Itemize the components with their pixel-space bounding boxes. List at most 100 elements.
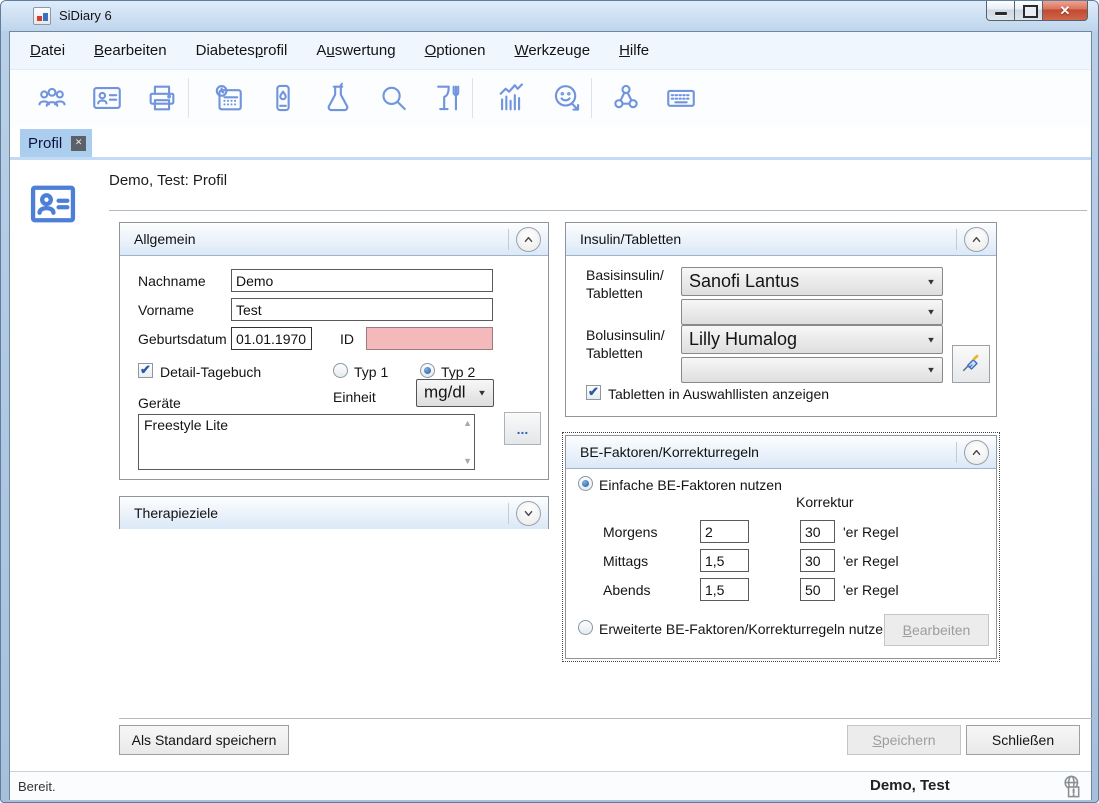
vorname-input[interactable] [231, 298, 493, 321]
statistics-icon [495, 81, 529, 115]
maximize-button[interactable] [1014, 1, 1043, 21]
menu-datei[interactable]: Datei [30, 42, 65, 59]
mittags-regel-label: 'er Regel [843, 553, 899, 569]
app-logo-icon [33, 7, 51, 25]
insulin-collapse-button[interactable] [964, 227, 989, 252]
insulin-wizard-button[interactable] [952, 345, 990, 383]
toolbar-patients-button[interactable] [34, 81, 70, 117]
tabletten-anzeigen-label: Tabletten in Auswahllisten anzeigen [608, 386, 829, 402]
erweiterte-be-radio[interactable] [578, 620, 593, 635]
morgens-label: Morgens [603, 524, 657, 540]
menu-diabetesprofil[interactable]: Diabetesprofil [196, 42, 288, 59]
be-faktoren-collapse-button[interactable] [964, 440, 989, 465]
detail-tagebuch-label: Detail-Tagebuch [160, 364, 261, 380]
minimize-button[interactable] [986, 1, 1015, 21]
toolbar-diary-button[interactable] [210, 81, 246, 117]
korrektur-label: Korrektur [796, 494, 854, 510]
toolbar-lab-button[interactable] [320, 81, 356, 117]
abends-faktor-input[interactable] [700, 578, 749, 601]
einfache-be-radio[interactable] [578, 476, 593, 491]
be-faktoren-header: BE-Faktoren/Korrekturregeln [566, 436, 996, 469]
geraete-list-item[interactable]: Freestyle Lite [139, 415, 474, 435]
detail-tagebuch-checkbox[interactable] [138, 363, 153, 378]
toolbar-sync-button[interactable] [608, 81, 644, 117]
keyboard-icon [664, 81, 698, 115]
menu-auswertung[interactable]: Auswertung [316, 42, 395, 59]
bolusinsulin-combo[interactable]: Lilly Humalog [681, 325, 943, 354]
toolbar-search-button[interactable] [375, 81, 411, 117]
profile-page-icon [27, 178, 79, 235]
toolbar-profile-button[interactable] [89, 81, 125, 117]
geraete-listbox[interactable]: Freestyle Lite [138, 414, 475, 470]
nachname-label: Nachname [138, 273, 206, 289]
abends-label: Abends [603, 582, 650, 598]
tabletten-anzeigen-checkbox[interactable] [586, 385, 601, 400]
title-bar[interactable]: SiDiary 6 [1, 1, 1098, 31]
id-card-icon [90, 81, 124, 115]
morgens-korrektur-input[interactable] [800, 520, 835, 543]
einheit-value: mg/dl [424, 383, 466, 403]
basisinsulin-combo[interactable]: Sanofi Lantus [681, 267, 943, 296]
bolusinsulin-value: Lilly Humalog [689, 329, 797, 350]
einfache-be-label: Einfache BE-Faktoren nutzen [599, 477, 782, 493]
users-icon [35, 81, 69, 115]
toolbar-print-button[interactable] [144, 81, 180, 117]
nachname-input[interactable] [231, 269, 493, 292]
typ2-radio[interactable] [420, 363, 435, 378]
allgemein-title: Allgemein [134, 231, 195, 247]
printer-icon [145, 81, 179, 115]
scroll-down-icon[interactable] [463, 456, 472, 466]
scroll-up-icon[interactable] [463, 418, 472, 428]
speichern-button[interactable]: Speichern [847, 725, 961, 755]
status-text: Bereit. [18, 779, 56, 794]
allgemein-group: Allgemein Nachname Vorname Geburtsdatum … [119, 222, 549, 480]
allgemein-collapse-button[interactable] [516, 227, 541, 252]
mittags-korrektur-input[interactable] [800, 549, 835, 572]
morgens-faktor-input[interactable] [700, 520, 749, 543]
id-input[interactable] [366, 327, 493, 350]
be-faktoren-title: BE-Faktoren/Korrekturregeln [580, 444, 759, 460]
therapieziele-group: Therapieziele [119, 496, 549, 529]
toolbar-keyboard-button[interactable] [663, 81, 699, 117]
basisinsulin-value: Sanofi Lantus [689, 271, 799, 292]
toolbar-meter-button[interactable] [265, 81, 301, 117]
geburtsdatum-input[interactable] [231, 327, 312, 350]
menu-hilfe[interactable]: Hilfe [619, 42, 649, 59]
mittags-faktor-input[interactable] [700, 549, 749, 572]
app-window: SiDiary 6 Datei Bearbeiten Diabetesprofi… [0, 0, 1099, 803]
toolbar-statistics-button[interactable] [494, 81, 530, 117]
insulin-header: Insulin/Tabletten [566, 223, 996, 256]
tab-profil[interactable]: Profil [20, 129, 92, 157]
typ1-radio[interactable] [333, 363, 348, 378]
close-button[interactable] [1042, 1, 1088, 21]
morgens-regel-label: 'er Regel [843, 524, 899, 540]
toolbar-wellbeing-button[interactable] [549, 81, 585, 117]
status-user: Demo, Test [870, 777, 950, 794]
basisinsulin-combo-2[interactable] [681, 299, 943, 325]
therapieziele-expand-button[interactable] [516, 501, 541, 526]
toolbar-nutrition-button[interactable] [430, 81, 466, 117]
food-drink-icon [431, 81, 465, 115]
tab-close-icon[interactable] [71, 136, 86, 151]
therapieziele-header: Therapieziele [120, 497, 548, 529]
als-standard-button[interactable]: Als Standard speichern [119, 725, 289, 755]
menu-bearbeiten[interactable]: Bearbeiten [94, 42, 167, 59]
geraete-more-button[interactable]: ... [504, 412, 541, 445]
abends-korrektur-input[interactable] [800, 578, 835, 601]
insulin-group: Insulin/Tabletten Basisinsulin/ Tablette… [565, 222, 997, 417]
glucose-meter-icon [266, 81, 300, 115]
menu-optionen[interactable]: Optionen [425, 42, 486, 59]
chevron-up-icon [969, 445, 984, 460]
mittags-label: Mittags [603, 553, 648, 569]
allgemein-header: Allgemein [120, 223, 548, 256]
geburtsdatum-label: Geburtsdatum [138, 331, 227, 347]
einheit-combo[interactable]: mg/dl [416, 379, 494, 407]
schliessen-button[interactable]: Schließen [966, 725, 1080, 755]
bearbeiten-button[interactable]: Bearbeiten [884, 614, 989, 646]
bolusinsulin-label-line2: Tabletten [586, 345, 643, 361]
typ1-label: Typ 1 [354, 364, 388, 380]
bolusinsulin-combo-2[interactable] [681, 357, 943, 383]
menu-werkzeuge[interactable]: Werkzeuge [514, 42, 590, 59]
id-label: ID [340, 331, 354, 347]
syringe-icon [960, 352, 982, 374]
